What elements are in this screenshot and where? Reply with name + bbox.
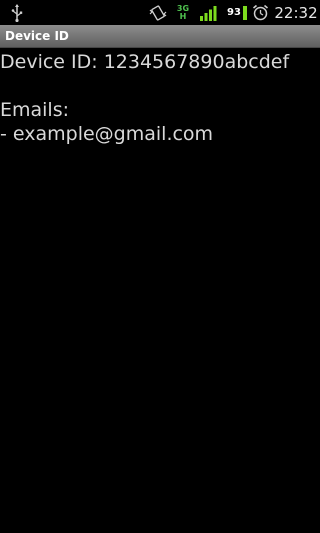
main-content: Device ID: 1234567890abcdef Emails: - ex… (0, 50, 320, 146)
email-item: - example@gmail.com (0, 123, 214, 145)
signal-icon (199, 0, 219, 25)
app-title: Device ID (5, 29, 69, 43)
battery-level: 93 (227, 7, 241, 18)
title-bar: Device ID (0, 25, 320, 48)
alarm-icon (250, 0, 270, 25)
emails-heading: Emails: (0, 99, 70, 121)
battery-icon: 93 (226, 0, 248, 25)
status-bar: 3G H 93 22:32 (0, 0, 320, 25)
hspa-icon: 3G H (176, 3, 190, 21)
battery-bar (242, 5, 247, 20)
usb-icon (8, 0, 26, 25)
device-id-text: Device ID: 1234567890abcdef (0, 51, 290, 73)
vibrate-icon (147, 0, 169, 25)
clock: 22:32 (274, 3, 318, 22)
